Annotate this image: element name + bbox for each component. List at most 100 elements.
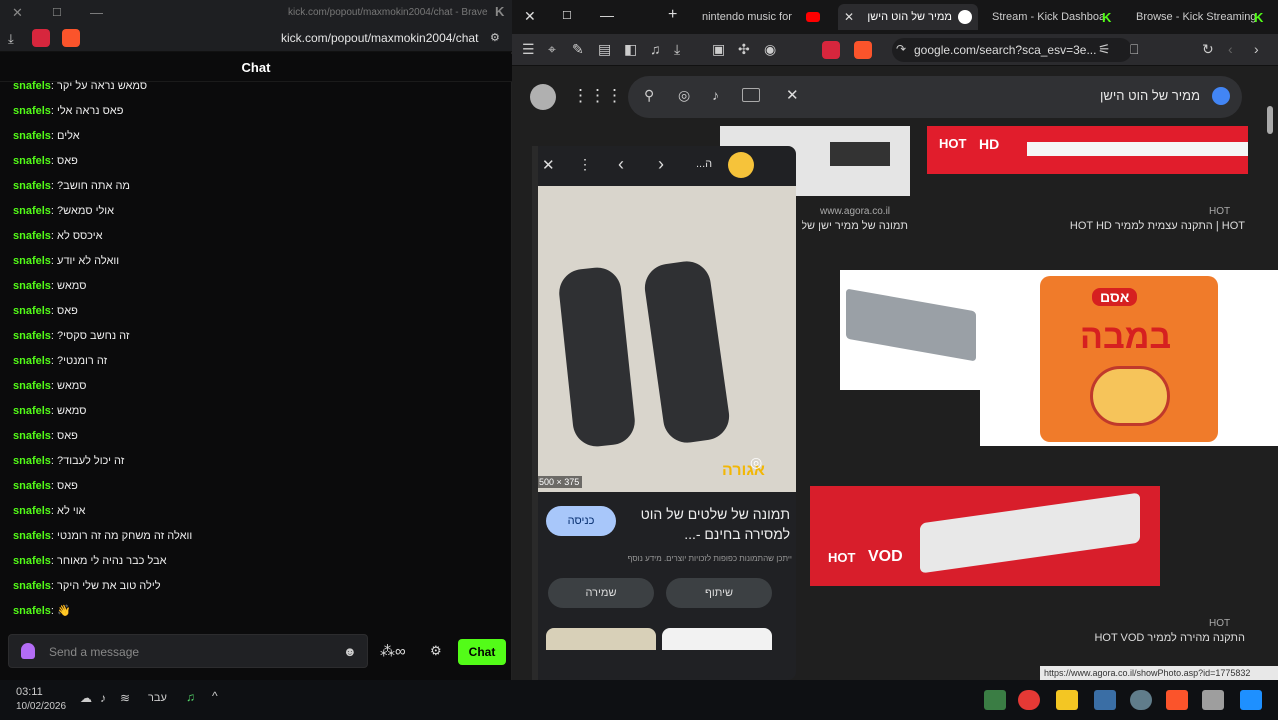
chevron-up-icon[interactable]: ^ xyxy=(212,689,218,703)
settings-icon[interactable] xyxy=(1130,690,1152,710)
chat-username[interactable]: snafels xyxy=(13,355,51,367)
community-points-icon[interactable]: ⁂∞ xyxy=(380,642,406,660)
result-title[interactable]: תמונה של ממיר ישן של xyxy=(802,220,908,232)
task-view-icon[interactable] xyxy=(1202,690,1224,710)
monitor-app-icon[interactable] xyxy=(1094,690,1116,710)
remotes-photo[interactable]: אגורה 500 × 375 ◎ xyxy=(532,186,796,492)
chat-username[interactable]: snafels xyxy=(13,205,51,217)
new-tab-icon[interactable]: + xyxy=(668,6,677,24)
chat-username[interactable]: snafels xyxy=(13,605,51,617)
chat-username[interactable]: snafels xyxy=(13,505,51,517)
microphone-icon[interactable]: ♫ xyxy=(186,690,195,704)
file-explorer-icon[interactable] xyxy=(1056,690,1078,710)
tab-kick-dashboard[interactable]: Stream - Kick Dashboa xyxy=(986,4,1114,30)
bookmark-icon[interactable]: ⎕ xyxy=(1130,41,1138,58)
minimize-window-icon[interactable]: — xyxy=(600,7,614,23)
chat-username[interactable]: snafels xyxy=(13,255,51,267)
result-thumbnail-hot-hd[interactable]: HOT HD xyxy=(927,126,1248,174)
panel-scrollbar[interactable] xyxy=(532,146,538,680)
brave-browser-icon[interactable] xyxy=(1166,690,1188,710)
volume-icon[interactable]: ♪ xyxy=(100,691,106,705)
reload-icon[interactable]: ↻ xyxy=(1202,41,1214,58)
chat-username[interactable]: snafels xyxy=(13,430,51,442)
close-window-icon[interactable]: ✕ xyxy=(524,8,536,25)
save-button[interactable]: שמירה xyxy=(548,578,654,608)
result-title[interactable]: HOT | התקנה עצמית לממיר HOT HD xyxy=(992,220,1245,232)
wifi-icon[interactable]: ≋ xyxy=(120,691,130,705)
location-icon[interactable]: ⌖ xyxy=(548,41,556,58)
forward-icon[interactable]: › xyxy=(1254,41,1259,57)
chat-username[interactable]: snafels xyxy=(13,280,51,292)
visit-button[interactable]: כניסה xyxy=(546,506,616,536)
chat-username[interactable]: snafels xyxy=(13,305,51,317)
tab-google-search[interactable]: ✕ ממיר של הוט הישן xyxy=(838,4,978,30)
search-query[interactable]: ממיר של הוט הישן xyxy=(1100,88,1200,103)
back-icon[interactable]: ‹ xyxy=(1228,41,1233,57)
sidebar-icon[interactable]: ◧ xyxy=(624,41,637,58)
windows-start-icon[interactable] xyxy=(1240,690,1262,710)
chat-username[interactable]: snafels xyxy=(13,580,51,592)
microphone-icon[interactable] xyxy=(21,643,35,659)
gear-icon[interactable]: ⚙ xyxy=(430,643,442,659)
result-thumbnail-receiver[interactable] xyxy=(840,270,982,390)
chat-input[interactable]: Send a message ☻ xyxy=(8,634,368,668)
maximize-window-icon[interactable]: ☐ xyxy=(562,9,572,22)
screenshot-icon[interactable]: ▣ xyxy=(712,41,725,58)
previous-icon[interactable]: ‹ xyxy=(618,154,624,175)
tab-nintendo[interactable]: nintendo music for xyxy=(696,4,824,30)
result-title[interactable]: התקנה מהירה לממיר HOT VOD xyxy=(992,632,1245,644)
chat-username[interactable]: snafels xyxy=(13,130,51,142)
pin-icon[interactable]: ✎ xyxy=(572,41,584,58)
chat-username[interactable]: snafels xyxy=(13,480,51,492)
weather-icon[interactable]: ☁ xyxy=(80,691,92,705)
result-source[interactable]: www.agora.co.il xyxy=(820,206,890,217)
chat-username[interactable]: snafels xyxy=(13,555,51,567)
download-icon[interactable]: ⤓ xyxy=(8,31,14,47)
emoji-icon[interactable]: ☻ xyxy=(343,644,357,659)
chat-username[interactable]: snafels xyxy=(13,380,51,392)
extensions-icon[interactable]: ✣ xyxy=(738,41,750,58)
tab-kick-browse[interactable]: Browse - Kick Streaming xyxy=(1130,4,1264,30)
clock-date[interactable]: 10/02/2026 xyxy=(16,701,66,712)
keyboard-icon[interactable] xyxy=(742,88,760,102)
lens-icon[interactable]: ◎ xyxy=(750,454,762,471)
chat-username[interactable]: snafels xyxy=(13,80,51,92)
close-icon[interactable]: ✕ xyxy=(542,156,555,174)
chat-username[interactable]: snafels xyxy=(13,180,51,192)
apps-grid-icon[interactable]: ⋮⋮⋮ xyxy=(572,86,623,106)
avatar[interactable] xyxy=(530,84,556,110)
brave-shield-icon[interactable] xyxy=(854,41,872,59)
language-indicator[interactable]: עבר xyxy=(148,692,167,704)
clear-search-icon[interactable]: ✕ xyxy=(786,86,799,104)
profile-icon[interactable]: ◉ xyxy=(764,41,776,58)
result-source[interactable]: HOT xyxy=(1209,206,1230,217)
menu-icon[interactable]: ☰ xyxy=(522,41,535,58)
brave-rewards-icon[interactable] xyxy=(32,29,50,47)
music-icon[interactable]: ♫ xyxy=(650,41,661,57)
settings-sliders-icon[interactable]: ⚙ xyxy=(490,31,500,44)
url-text[interactable]: google.com/search?sca_esv=3e... xyxy=(914,43,1096,57)
next-icon[interactable]: › xyxy=(658,154,664,175)
chat-username[interactable]: snafels xyxy=(13,155,51,167)
tune-icon[interactable]: ⚟ xyxy=(1098,41,1111,58)
chat-username[interactable]: snafels xyxy=(13,455,51,467)
close-icon[interactable]: ✕ xyxy=(12,5,23,21)
url-text[interactable]: kick.com/popout/maxmokin2004/chat xyxy=(281,31,478,45)
download-icon[interactable]: ⤓ xyxy=(674,41,680,58)
page-scrollbar[interactable] xyxy=(1267,106,1273,134)
share-icon[interactable]: ↷ xyxy=(896,42,906,56)
more-vert-icon[interactable]: ⋮ xyxy=(578,156,592,173)
chat-username[interactable]: snafels xyxy=(13,405,51,417)
share-button[interactable]: שיתוף xyxy=(666,578,772,608)
image-title[interactable]: תמונה של שלטים של הוט למסירה בחינם -... xyxy=(622,504,790,544)
brave-rewards-icon[interactable] xyxy=(822,41,840,59)
chat-username[interactable]: snafels xyxy=(13,530,51,542)
minimize-icon[interactable]: — xyxy=(90,5,103,20)
related-thumbnail[interactable] xyxy=(662,628,772,650)
address-bar[interactable]: ↷ google.com/search?sca_esv=3e... xyxy=(892,38,1132,62)
brave-shield-icon[interactable] xyxy=(62,29,80,47)
reader-icon[interactable]: ▤ xyxy=(598,41,611,58)
result-thumbnail-hot-vod[interactable]: HOT VOD xyxy=(810,486,1160,586)
search-icon[interactable]: ⚲ xyxy=(644,87,654,104)
close-tab-icon[interactable]: ✕ xyxy=(844,4,854,30)
